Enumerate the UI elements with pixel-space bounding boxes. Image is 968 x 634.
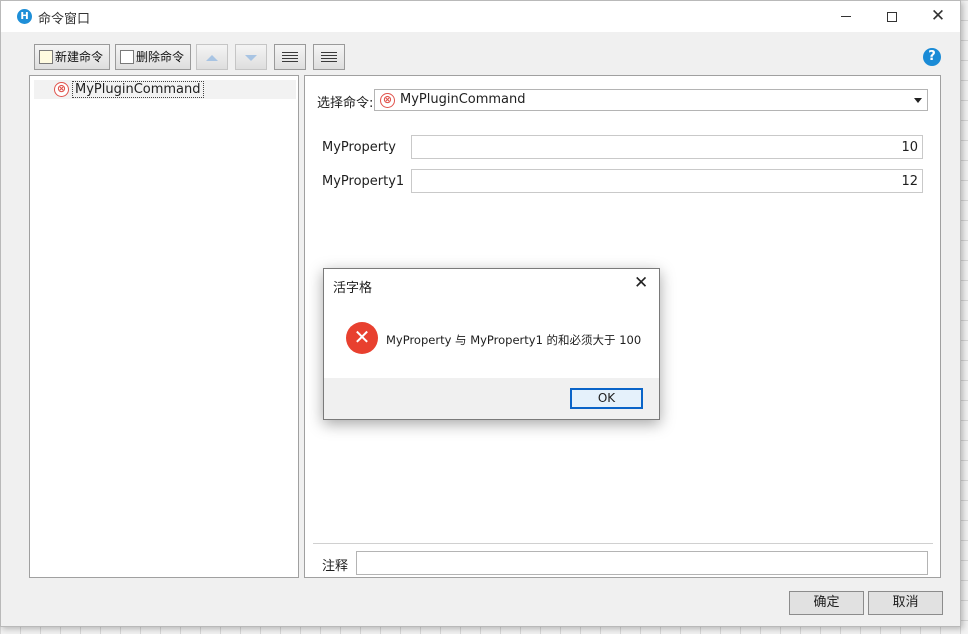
dialog-title: 活字格 <box>333 281 373 296</box>
move-up-icon <box>206 54 218 61</box>
delete-command-label: 删除命令 <box>136 50 185 64</box>
move-up-button[interactable] <box>196 44 228 70</box>
property-input-myproperty[interactable]: 10 <box>411 135 923 159</box>
outdent-icon <box>321 51 337 64</box>
indent-icon <box>282 51 298 64</box>
select-command-label: 选择命令: <box>317 96 374 111</box>
chevron-down-icon <box>914 98 922 103</box>
confirm-button[interactable]: 确定 <box>789 591 864 615</box>
property-label-myproperty: MyProperty <box>322 140 396 155</box>
new-command-button[interactable]: 新建命令 <box>34 44 110 70</box>
tree-item-label: MyPluginCommand <box>72 81 204 98</box>
outdent-button[interactable] <box>313 44 345 70</box>
error-icon: ✕ <box>346 322 378 354</box>
help-icon[interactable]: ? <box>923 48 941 66</box>
delete-command-icon <box>120 50 134 64</box>
note-input[interactable] <box>356 551 928 575</box>
selected-command: MyPluginCommand <box>400 92 526 107</box>
error-icon: ⊗ <box>54 82 69 97</box>
command-select[interactable]: ⊗ MyPluginCommand <box>374 89 928 111</box>
property-input-myproperty1[interactable]: 12 <box>411 169 923 193</box>
indent-button[interactable] <box>274 44 306 70</box>
dialog-close-button[interactable]: ✕ <box>634 273 648 293</box>
minimize-button[interactable] <box>823 1 869 32</box>
new-command-label: 新建命令 <box>55 50 104 64</box>
move-down-button[interactable] <box>235 44 267 70</box>
delete-command-button[interactable]: 删除命令 <box>115 44 191 70</box>
minimize-icon <box>841 16 851 17</box>
divider <box>313 543 933 544</box>
maximize-icon <box>887 11 897 22</box>
error-icon: ⊗ <box>380 93 395 108</box>
title-bar: H 命令窗口 ✕ <box>1 1 960 32</box>
dialog-footer: OK <box>324 378 659 419</box>
new-command-icon <box>39 50 53 64</box>
cancel-button[interactable]: 取消 <box>868 591 943 615</box>
tree-item[interactable]: ⊗ MyPluginCommand <box>34 80 296 99</box>
dialog-message: MyProperty 与 MyProperty1 的和必须大于 100 <box>386 333 642 347</box>
dialog-ok-button[interactable]: OK <box>570 388 643 409</box>
error-dialog: 活字格 ✕ ✕ MyProperty 与 MyProperty1 的和必须大于 … <box>323 268 660 420</box>
property-label-myproperty1: MyProperty1 <box>322 174 405 189</box>
maximize-button[interactable] <box>869 1 915 32</box>
note-label: 注释 <box>322 559 349 574</box>
app-logo-icon: H <box>17 9 32 24</box>
window-title: 命令窗口 <box>38 12 91 27</box>
move-down-icon <box>245 54 257 61</box>
close-button[interactable]: ✕ <box>915 1 961 32</box>
command-tree: ⊗ MyPluginCommand <box>29 75 299 578</box>
